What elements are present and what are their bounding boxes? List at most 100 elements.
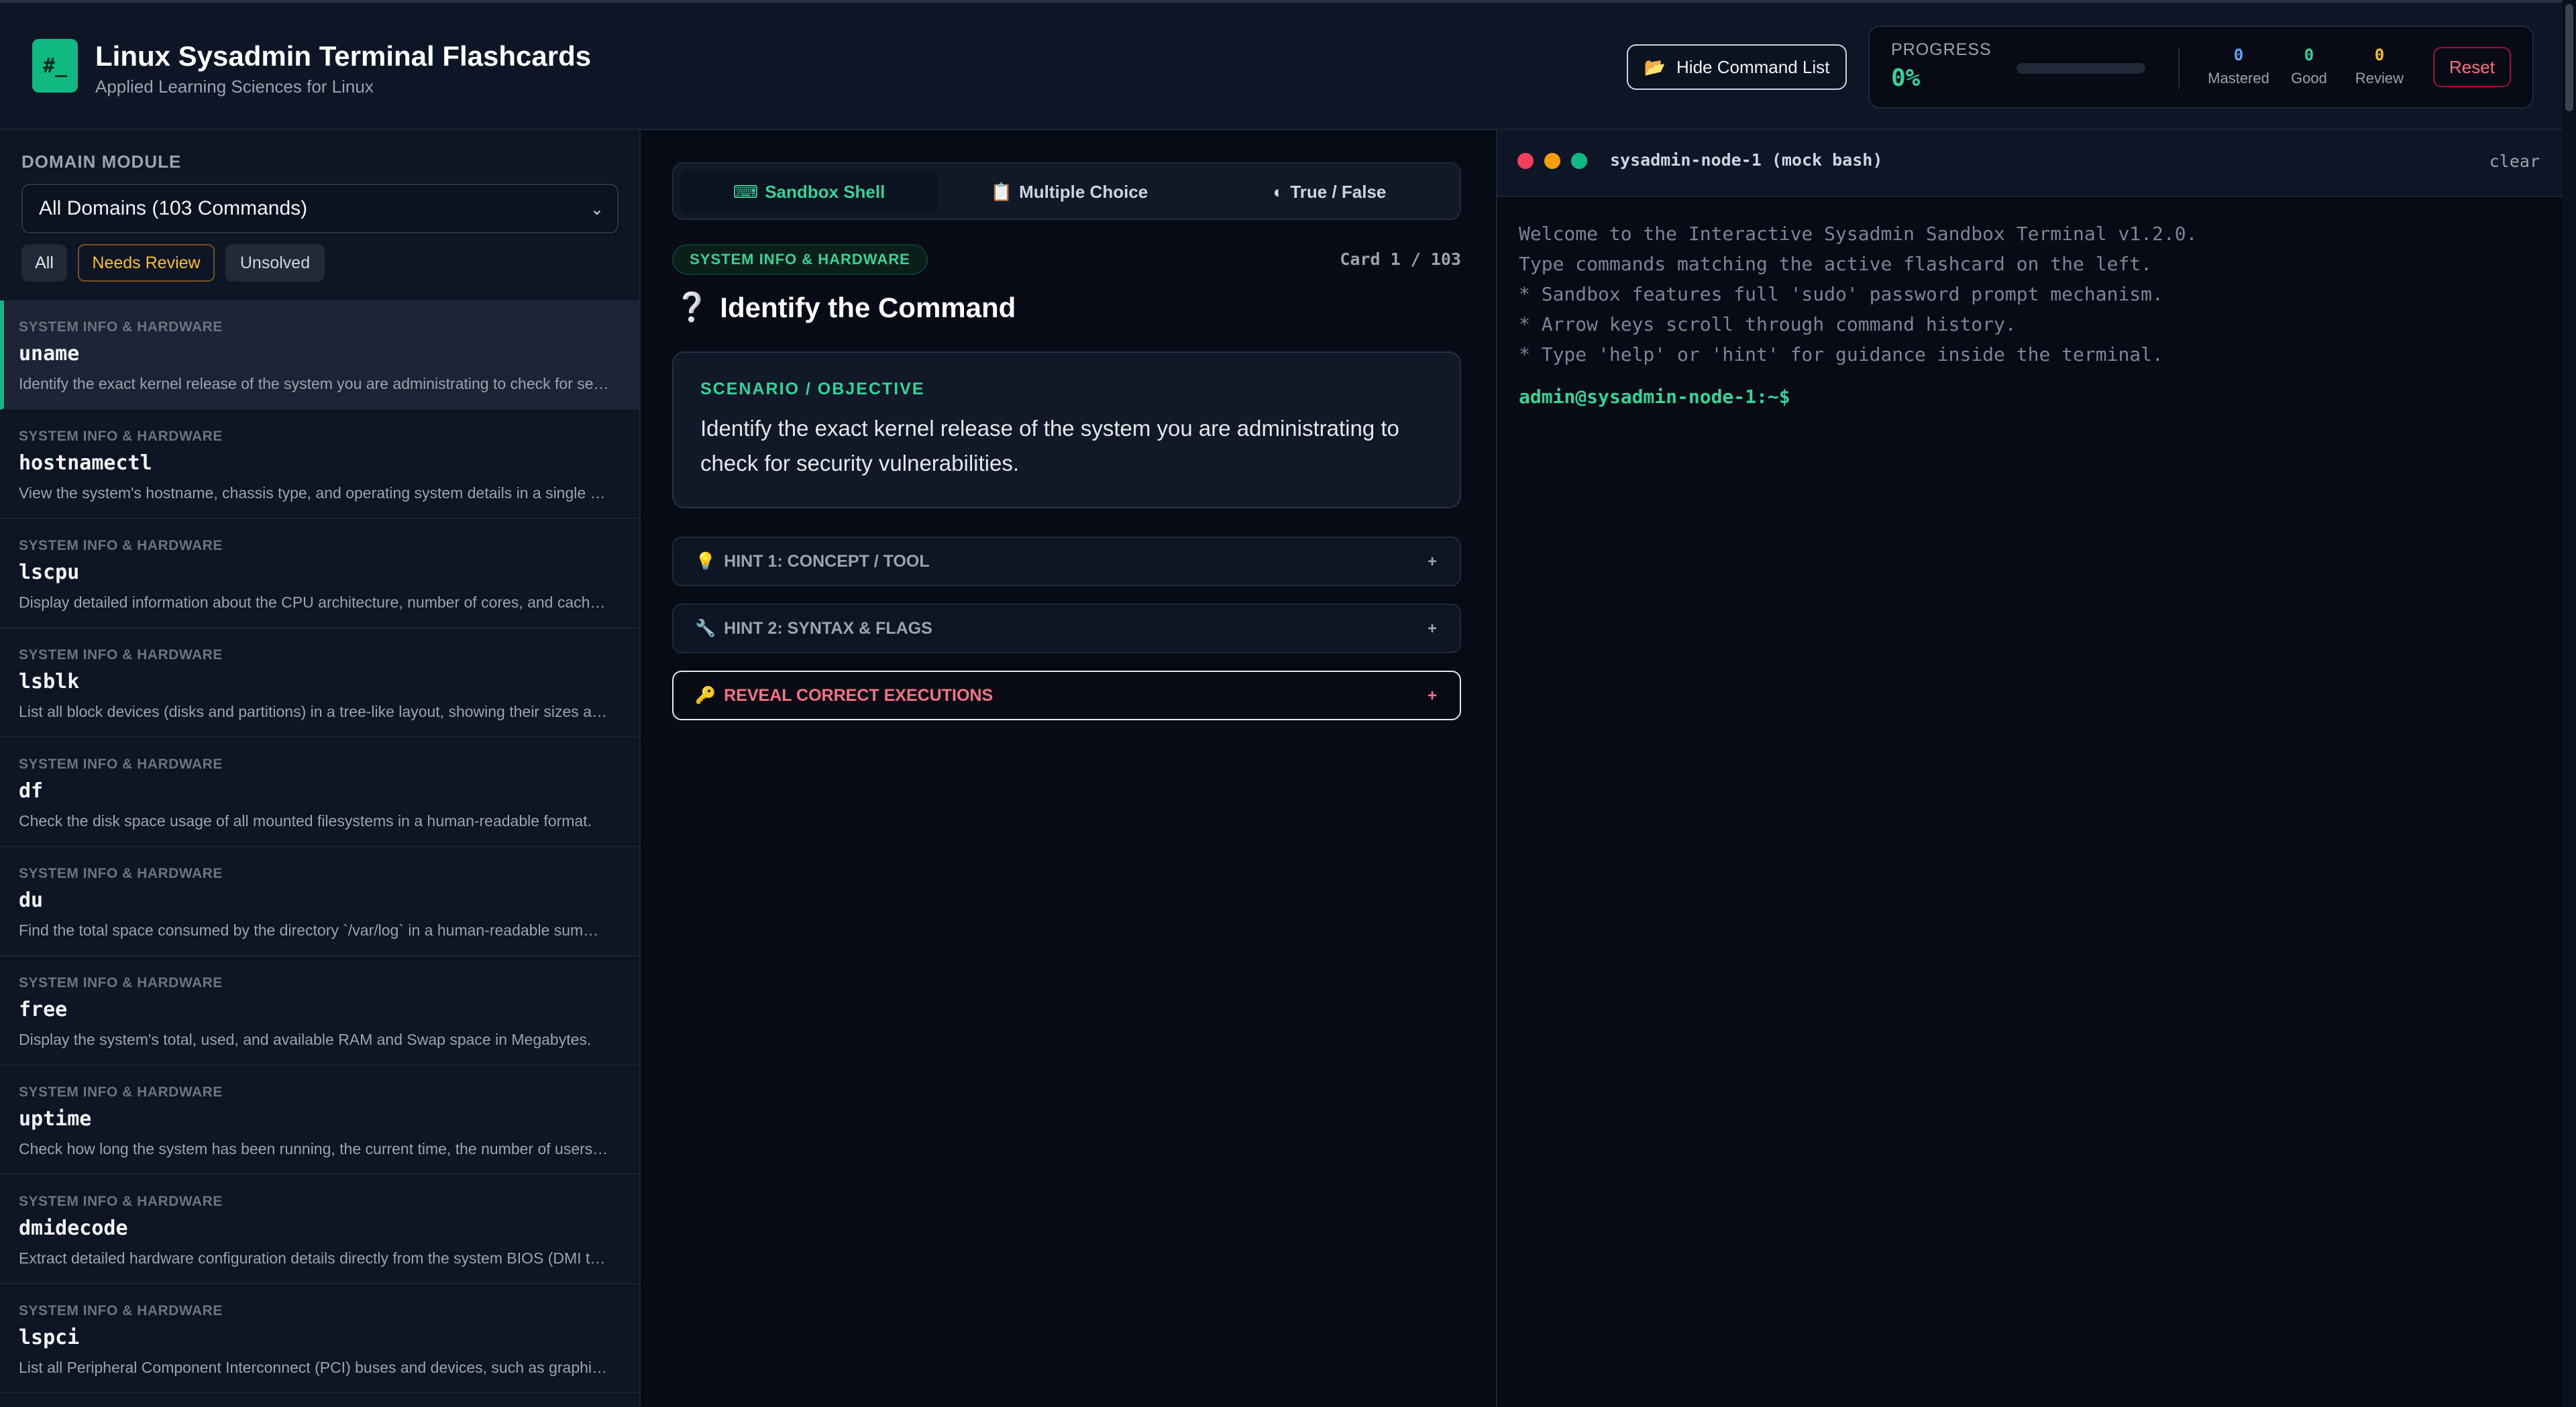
chevron-down-icon: ⌄ [590,201,604,219]
list-item[interactable]: SYSTEM INFO & HARDWARE uptime Check how … [0,1066,639,1175]
minimize-dot-icon [1544,153,1560,169]
question-mark-icon: ❔ [674,291,710,323]
scenario-text: Identify the exact kernel release of the… [700,416,1399,475]
progress-divider [2178,47,2180,90]
command-sidebar: DOMAIN MODULE All Domains (103 Commands)… [0,130,641,1407]
stat-mastered: 0 Mastered [2198,46,2279,87]
app-subtitle: Applied Learning Sciences for Linux [95,76,374,97]
tab-true-false-label: True / False [1290,181,1387,202]
maximize-dot-icon [1571,153,1587,169]
list-item-category: SYSTEM INFO & HARDWARE [19,975,223,991]
app-title: Linux Sysadmin Terminal Flashcards [95,40,592,72]
list-item-category: SYSTEM INFO & HARDWARE [19,319,223,335]
terminal-title: sysadmin-node-1 (mock bash) [1610,150,1883,170]
list-item-description: List all block devices (disks and partit… [19,703,609,720]
list-item-category: SYSTEM INFO & HARDWARE [19,1303,223,1318]
close-dot-icon [1517,153,1534,169]
stat-good-label: Good [2291,70,2327,87]
list-item-description: List all Peripheral Component Interconne… [19,1359,609,1376]
scenario-label: SCENARIO / OBJECTIVE [700,380,925,398]
stat-mastered-label: Mastered [2208,70,2269,87]
stat-mastered-value: 0 [2233,46,2244,64]
list-item[interactable]: SYSTEM INFO & HARDWARE lscpu Display det… [0,519,639,628]
tab-true-false[interactable]: ◐ True / False [1201,170,1458,213]
list-item[interactable]: SYSTEM INFO & HARDWARE free Display the … [0,956,639,1066]
filter-needs-review[interactable]: Needs Review [78,244,215,282]
terminal-prompt[interactable]: admin@sysadmin-node-1:~$ [1519,386,2538,408]
app-header: #_ Linux Sysadmin Terminal Flashcards Ap… [0,3,2563,130]
progress-label: PROGRESS [1891,40,1992,59]
mode-tabs: ⌨ Sandbox Shell 📋 Multiple Choice ◐ True… [672,162,1461,220]
list-item-description: View the system's hostname, chassis type… [19,484,609,502]
flashcard-panel: ⌨ Sandbox Shell 📋 Multiple Choice ◐ True… [641,130,1496,1407]
half-circle-icon: ◐ [1273,181,1284,202]
page-scrollbar[interactable] [2563,0,2576,1407]
progress-bar [2017,63,2145,74]
terminal-clear-button[interactable]: clear [2489,152,2540,171]
card-counter: Card 1 / 103 [1340,249,1461,269]
hide-command-list-label: Hide Command List [1676,56,1830,77]
stat-review: 0 Review [2339,46,2420,87]
list-item-command: uptime [19,1107,92,1131]
list-item[interactable]: SYSTEM INFO & HARDWARE lsblk List all bl… [0,628,639,738]
list-item-category: SYSTEM INFO & HARDWARE [19,538,223,553]
expand-icon: + [1427,553,1437,571]
list-item-category: SYSTEM INFO & HARDWARE [19,756,223,772]
list-item[interactable]: SYSTEM INFO & HARDWARE uname Identify th… [0,300,639,410]
terminal-panel: sysadmin-node-1 (mock bash) clear Welcom… [1496,130,2564,1407]
stat-good-value: 0 [2304,46,2314,64]
reset-button[interactable]: Reset [2433,47,2511,87]
list-item-category: SYSTEM INFO & HARDWARE [19,1194,223,1209]
tab-sandbox-shell[interactable]: ⌨ Sandbox Shell [680,170,938,213]
keyboard-icon: ⌨ [733,181,759,202]
list-item[interactable]: SYSTEM INFO & HARDWARE hostnamectl View … [0,410,639,519]
filter-all[interactable]: All [21,244,67,282]
list-item-description: Identify the exact kernel release of the… [19,375,609,392]
list-item-category: SYSTEM INFO & HARDWARE [19,866,223,881]
key-icon: 🔑 [695,685,716,705]
list-item-description: Check how long the system has been runni… [19,1140,609,1158]
expand-icon: + [1427,687,1437,705]
list-item[interactable]: SYSTEM INFO & HARDWARE lspci List all Pe… [0,1284,639,1394]
terminal-line: * Sandbox features full 'sudo' password … [1519,283,2163,305]
tab-multiple-choice[interactable]: 📋 Multiple Choice [941,170,1198,213]
list-item-command: lscpu [19,561,80,584]
clipboard-icon: 📋 [990,181,1013,202]
progress-percent: 0% [1891,64,1921,92]
list-item-command: lspci [19,1326,80,1349]
terminal-line: * Arrow keys scroll through command hist… [1519,313,2017,335]
terminal-line: Welcome to the Interactive Sysadmin Sand… [1519,223,2198,245]
command-list: SYSTEM INFO & HARDWARE uname Identify th… [0,300,639,1394]
stat-good: 0 Good [2269,46,2349,87]
stat-review-value: 0 [2374,46,2385,64]
domain-select[interactable]: All Domains (103 Commands) ⌄ [21,184,619,233]
expand-icon: + [1427,620,1437,638]
scenario-card: SCENARIO / OBJECTIVE Identify the exact … [672,351,1461,508]
hint-1-toggle[interactable]: 💡 HINT 1: CONCEPT / TOOL + [672,537,1461,586]
hint-2-toggle[interactable]: 🔧 HINT 2: SYNTAX & FLAGS + [672,604,1461,653]
reveal-answer-toggle[interactable]: 🔑 REVEAL CORRECT EXECUTIONS + [672,671,1461,720]
list-item-command: df [19,779,44,803]
hide-command-list-button[interactable]: 📂 Hide Command List [1627,44,1847,90]
list-item-description: Display the system's total, used, and av… [19,1031,592,1048]
list-item-command: dmidecode [19,1217,128,1240]
list-item[interactable]: SYSTEM INFO & HARDWARE dmidecode Extract… [0,1175,639,1284]
list-item-command: hostnamectl [19,451,152,475]
terminal-title-bar: sysadmin-node-1 (mock bash) clear [1497,130,2564,197]
lightbulb-icon: 💡 [695,551,716,571]
list-item[interactable]: SYSTEM INFO & HARDWARE df Check the disk… [0,738,639,847]
filter-unsolved[interactable]: Unsolved [225,244,325,282]
hint-2-label: HINT 2: SYNTAX & FLAGS [724,618,932,638]
domain-select-value: All Domains (103 Commands) [39,197,308,219]
terminal-output[interactable]: Welcome to the Interactive Sysadmin Sand… [1519,219,2538,408]
progress-panel: PROGRESS 0% 0 Mastered 0 Good 0 Review R… [1868,25,2534,109]
list-item[interactable]: SYSTEM INFO & HARDWARE du Find the total… [0,847,639,956]
list-item-command: du [19,889,44,912]
tab-multiple-choice-label: Multiple Choice [1019,181,1148,202]
category-badge: SYSTEM INFO & HARDWARE [672,244,928,275]
terminal-line: Type commands matching the active flashc… [1519,253,2153,275]
reveal-answer-label: REVEAL CORRECT EXECUTIONS [724,685,994,705]
page-scrollbar-thumb[interactable] [2565,4,2573,111]
list-item-command: lsblk [19,670,80,693]
stat-review-label: Review [2355,70,2404,87]
